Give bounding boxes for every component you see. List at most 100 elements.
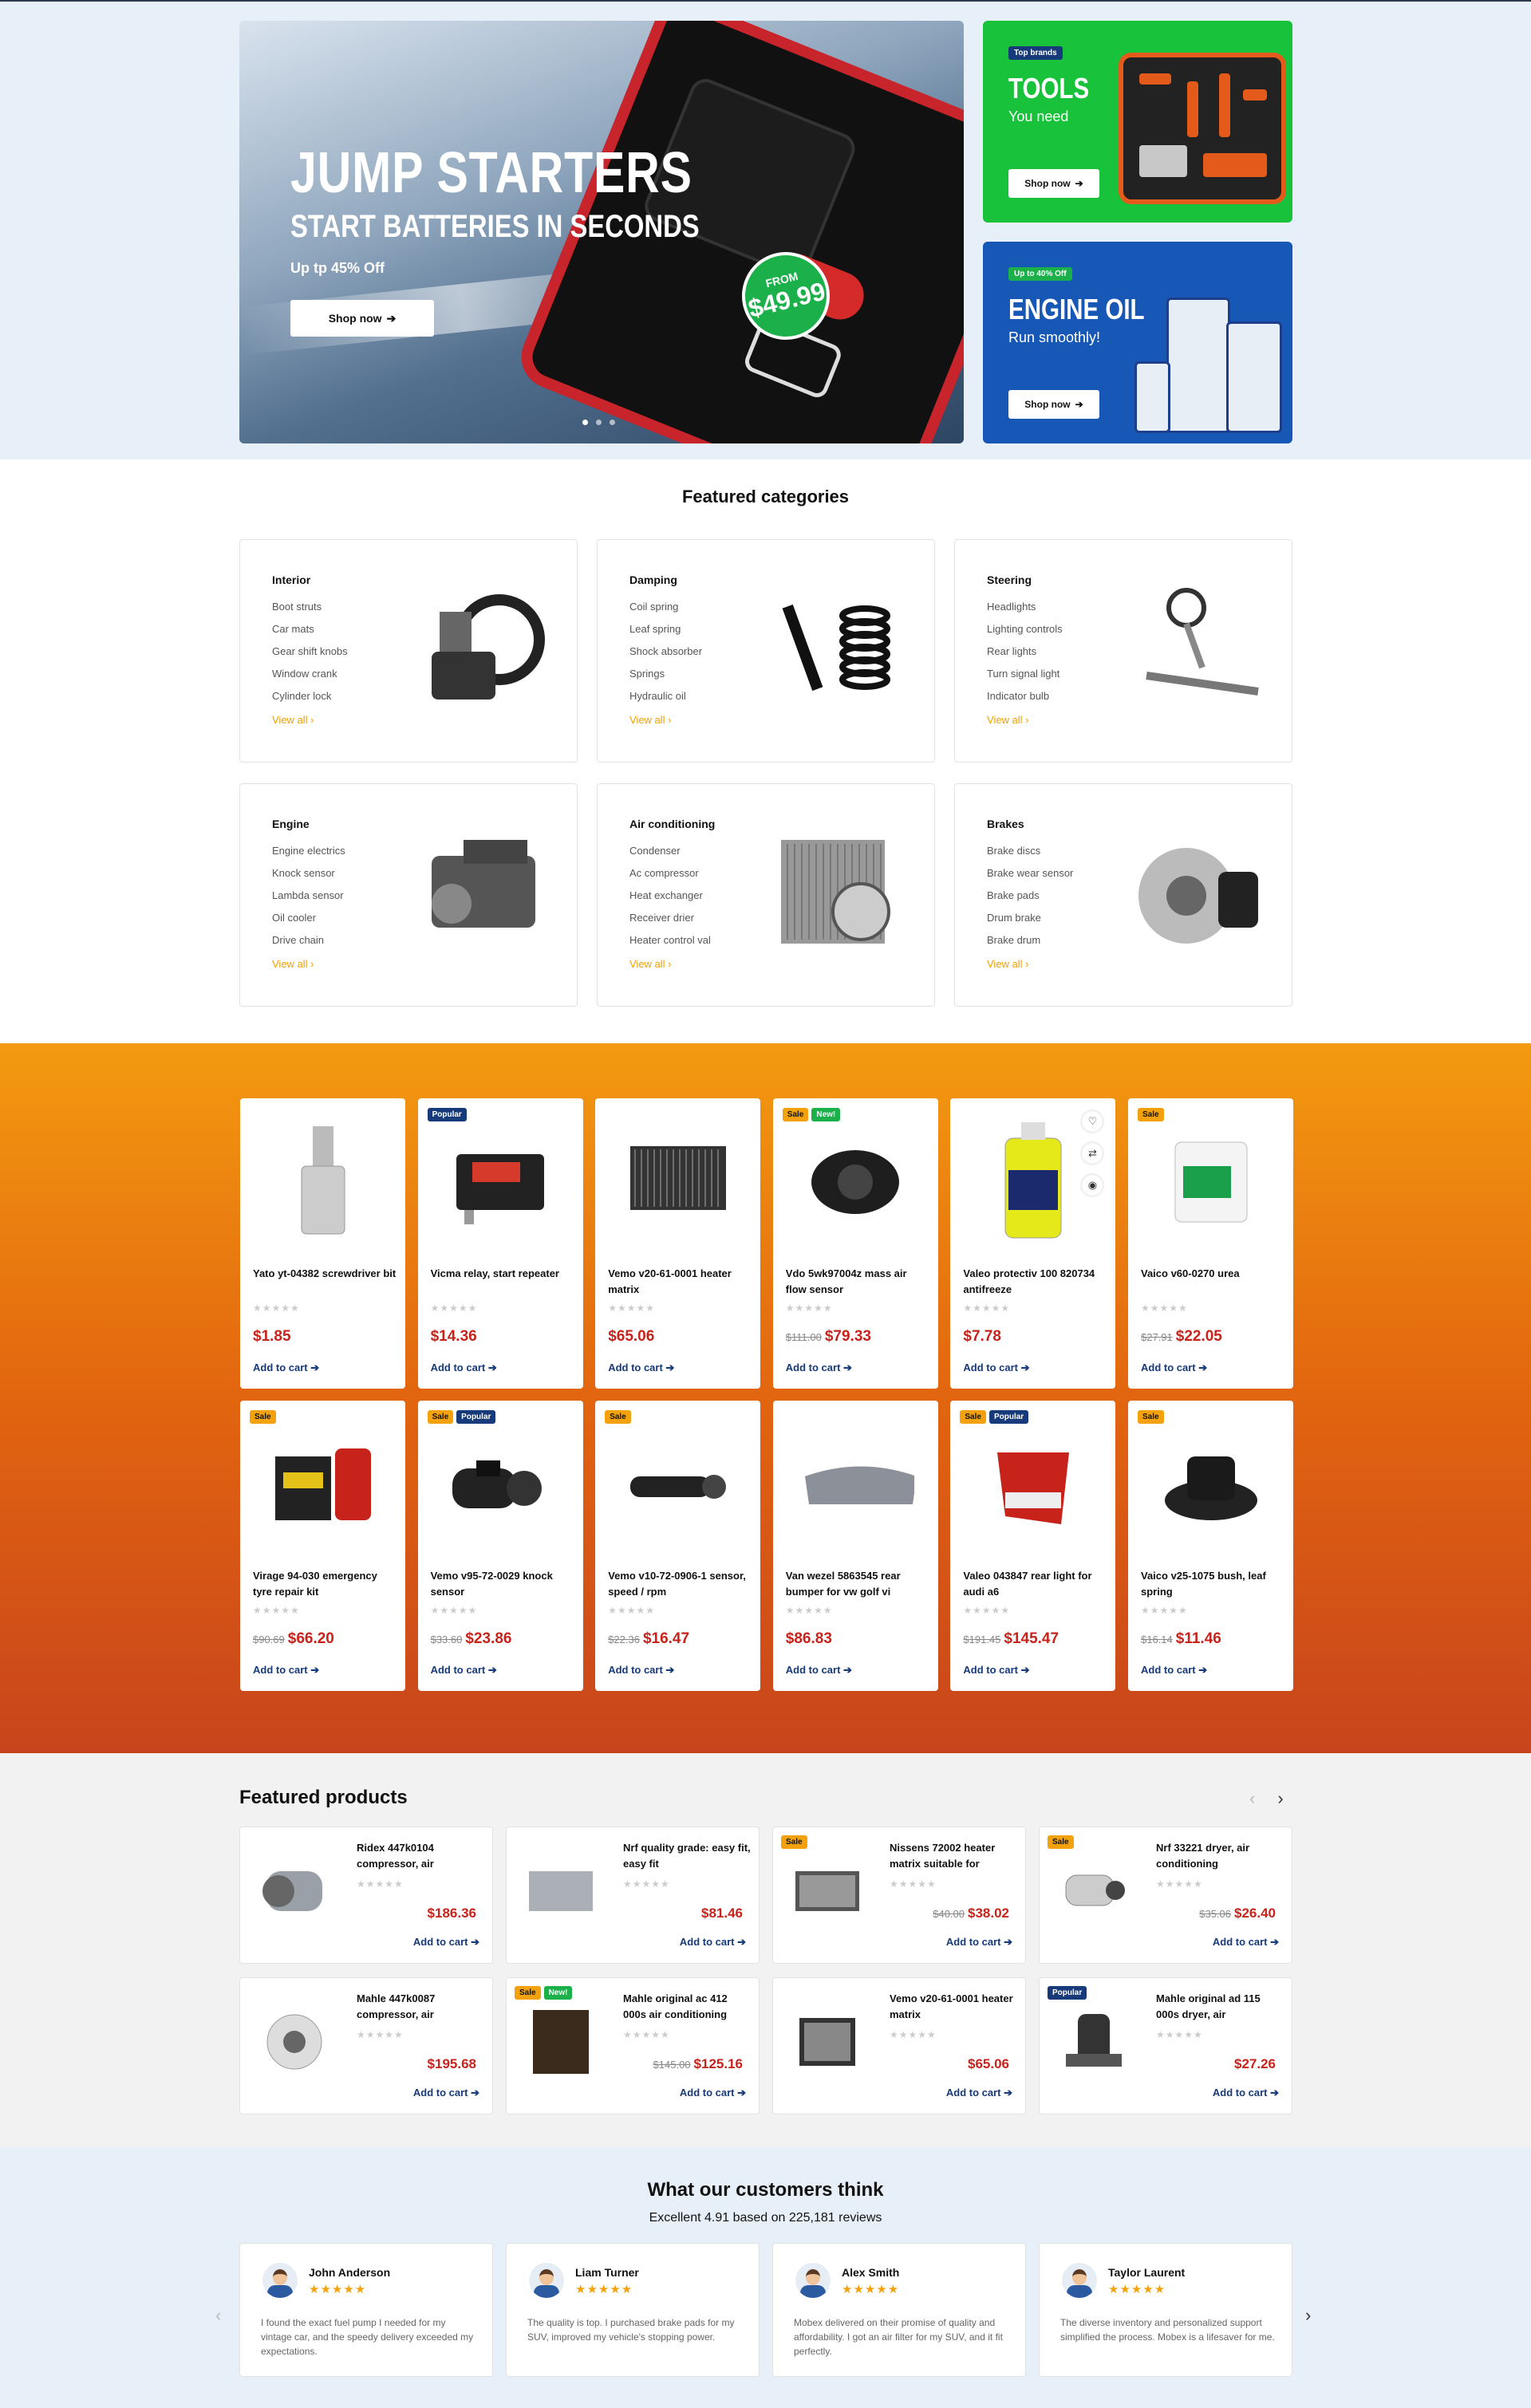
category-card[interactable]: Brakes Brake discs Brake wear sensor Brake … bbox=[954, 783, 1292, 1007]
product-image[interactable] bbox=[255, 2002, 334, 2082]
view-all-link[interactable]: View all › bbox=[629, 714, 672, 726]
chevron-right-icon[interactable]: › bbox=[1277, 1788, 1283, 1809]
category-link[interactable]: Lambda sensor bbox=[272, 889, 345, 912]
category-link[interactable]: Coil spring bbox=[629, 601, 702, 623]
product-card[interactable]: Popular Vicma relay, start repeater ★★★★★ $… bbox=[417, 1098, 583, 1389]
product-name[interactable]: Mahle original ac 412 000s air condition… bbox=[623, 1991, 751, 2023]
category-link[interactable]: Drive chain bbox=[272, 934, 345, 956]
add-to-cart-button[interactable]: Add to cart ➔ bbox=[1213, 1936, 1279, 1949]
product-card[interactable]: Yato yt-04382 screwdriver bit ★★★★★ $1.85 A… bbox=[240, 1098, 405, 1389]
product-name[interactable]: Vemo v10-72-0906-1 sensor, speed / rpm bbox=[608, 1568, 752, 1600]
product-name[interactable]: Valeo protectiv 100 820734 antifreeze bbox=[963, 1266, 1107, 1298]
category-link[interactable]: Engine electrics bbox=[272, 845, 345, 867]
add-to-cart-button[interactable]: Add to cart ➔ bbox=[680, 2087, 746, 2099]
category-link[interactable]: Leaf spring bbox=[629, 623, 702, 645]
oil-shop-now-button[interactable]: Shop now ➔ bbox=[1008, 390, 1099, 419]
product-image[interactable] bbox=[264, 1122, 381, 1242]
hero-shop-now-button[interactable]: Shop now ➔ bbox=[290, 300, 434, 337]
category-link[interactable]: Lighting controls bbox=[987, 623, 1063, 645]
category-name[interactable]: Engine bbox=[272, 818, 310, 830]
featured-product-card[interactable]: Sale New! Mahle original ac 412 000s air c… bbox=[506, 1977, 760, 2114]
product-card[interactable]: Sale Popular Valeo 043847 rear light for a… bbox=[950, 1401, 1116, 1691]
product-name[interactable]: Mahle 447k0087 compressor, air bbox=[357, 1991, 484, 2023]
category-link[interactable]: Indicator bulb bbox=[987, 690, 1063, 712]
product-image[interactable] bbox=[787, 1851, 867, 1931]
category-link[interactable]: Turn signal light bbox=[987, 668, 1063, 690]
chevron-left-icon[interactable]: ‹ bbox=[1249, 1788, 1255, 1809]
product-card[interactable]: Sale Vemo v10-72-0906-1 sensor, speed / r… bbox=[595, 1401, 761, 1691]
featured-product-card[interactable]: Mahle 447k0087 compressor, air ★★★★★ $195.… bbox=[239, 1977, 493, 2114]
product-name[interactable]: Ridex 447k0104 compressor, air bbox=[357, 1840, 484, 1872]
product-name[interactable]: Vaico v25-1075 bush, leaf spring bbox=[1141, 1568, 1284, 1600]
product-name[interactable]: Nissens 72002 heater matrix suitable for bbox=[890, 1840, 1017, 1872]
view-all-link[interactable]: View all › bbox=[987, 714, 1029, 726]
add-to-cart-button[interactable]: Add to cart ➔ bbox=[1213, 2087, 1279, 2099]
product-image[interactable] bbox=[255, 1851, 334, 1931]
product-name[interactable]: Vemo v20-61-0001 heater matrix bbox=[890, 1991, 1017, 2023]
product-name[interactable]: Vicma relay, start repeater bbox=[431, 1266, 574, 1282]
chevron-right-icon[interactable]: › bbox=[1305, 2305, 1311, 2326]
product-image[interactable] bbox=[1054, 2002, 1134, 2082]
category-link[interactable]: Springs bbox=[629, 668, 702, 690]
category-card[interactable]: Damping Coil spring Leaf spring Shock absor… bbox=[597, 539, 935, 763]
category-card[interactable]: Interior Boot struts Car mats Gear shift kn… bbox=[239, 539, 578, 763]
category-link[interactable]: Brake pads bbox=[987, 889, 1073, 912]
category-link[interactable]: Condenser bbox=[629, 845, 711, 867]
category-link[interactable]: Brake discs bbox=[987, 845, 1073, 867]
add-to-cart-button[interactable]: Add to cart ➔ bbox=[1141, 1664, 1207, 1677]
product-name[interactable]: Nrf 33221 dryer, air conditioning bbox=[1156, 1840, 1284, 1872]
category-link[interactable]: Gear shift knobs bbox=[272, 645, 348, 668]
product-image[interactable] bbox=[619, 1122, 736, 1242]
add-to-cart-button[interactable]: Add to cart ➔ bbox=[963, 1664, 1029, 1677]
product-card[interactable]: Sale New! Vdo 5wk97004z mass air flow sens… bbox=[772, 1098, 938, 1389]
product-image[interactable] bbox=[1152, 1122, 1269, 1242]
product-card[interactable]: Sale Virage 94-030 emergency tyre repair … bbox=[240, 1401, 405, 1691]
product-name[interactable]: Vaico v60-0270 urea bbox=[1141, 1266, 1284, 1282]
add-to-cart-button[interactable]: Add to cart ➔ bbox=[431, 1362, 497, 1374]
category-link[interactable]: Boot struts bbox=[272, 601, 348, 623]
tools-shop-now-button[interactable]: Shop now ➔ bbox=[1008, 169, 1099, 198]
product-image[interactable] bbox=[797, 1425, 914, 1544]
compare-icon[interactable]: ⇄ bbox=[1082, 1143, 1103, 1164]
category-card[interactable]: Engine Engine electrics Knock sensor Lambda… bbox=[239, 783, 578, 1007]
category-card[interactable]: Steering Headlights Lighting controls Rear … bbox=[954, 539, 1292, 763]
product-image[interactable] bbox=[442, 1425, 559, 1544]
product-image[interactable] bbox=[974, 1425, 1091, 1544]
add-to-cart-button[interactable]: Add to cart ➔ bbox=[253, 1362, 319, 1374]
product-image[interactable] bbox=[442, 1122, 559, 1242]
category-name[interactable]: Damping bbox=[629, 573, 677, 586]
view-all-link[interactable]: View all › bbox=[629, 958, 672, 970]
add-to-cart-button[interactable]: Add to cart ➔ bbox=[946, 1936, 1012, 1949]
featured-product-card[interactable]: Sale Nrf 33221 dryer, air conditioning ★★★… bbox=[1039, 1827, 1292, 1964]
product-card[interactable]: Sale Popular Vemo v95-72-0029 knock sensor… bbox=[417, 1401, 583, 1691]
engine-oil-banner[interactable]: Up to 40% Off ENGINE OIL Run smoothly! S… bbox=[983, 242, 1292, 443]
product-card[interactable]: Van wezel 5863545 rear bumper for vw gol… bbox=[772, 1401, 938, 1691]
category-link[interactable]: Brake drum bbox=[987, 934, 1073, 956]
product-image[interactable] bbox=[264, 1425, 381, 1544]
category-name[interactable]: Air conditioning bbox=[629, 818, 715, 830]
product-image[interactable] bbox=[1054, 1851, 1134, 1931]
product-name[interactable]: Vemo v20-61-0001 heater matrix bbox=[608, 1266, 752, 1298]
category-card[interactable]: Air conditioning Condenser Ac compressor He… bbox=[597, 783, 935, 1007]
product-name[interactable]: Vemo v95-72-0029 knock sensor bbox=[431, 1568, 574, 1600]
add-to-cart-button[interactable]: Add to cart ➔ bbox=[608, 1664, 674, 1677]
featured-product-card[interactable]: Nrf quality grade: easy fit, easy fit ★★★… bbox=[506, 1827, 760, 1964]
category-link[interactable]: Ac compressor bbox=[629, 867, 711, 889]
category-name[interactable]: Brakes bbox=[987, 818, 1024, 830]
category-link[interactable]: Hydraulic oil bbox=[629, 690, 702, 712]
add-to-cart-button[interactable]: Add to cart ➔ bbox=[946, 2087, 1012, 2099]
product-image[interactable] bbox=[619, 1425, 736, 1544]
product-image[interactable] bbox=[521, 2002, 601, 2082]
add-to-cart-button[interactable]: Add to cart ➔ bbox=[413, 1936, 479, 1949]
view-all-link[interactable]: View all › bbox=[987, 958, 1029, 970]
add-to-cart-button[interactable]: Add to cart ➔ bbox=[253, 1664, 319, 1677]
tools-banner[interactable]: Top brands TOOLS You need Shop now ➔ bbox=[983, 21, 1292, 223]
carousel-dots[interactable] bbox=[582, 420, 615, 425]
featured-product-card[interactable]: Popular Mahle original ad 115 000s dryer,… bbox=[1039, 1977, 1292, 2114]
product-card[interactable]: Vemo v20-61-0001 heater matrix ★★★★★ $65.0… bbox=[595, 1098, 761, 1389]
chevron-left-icon[interactable]: ‹ bbox=[215, 2305, 221, 2326]
add-to-cart-button[interactable]: Add to cart ➔ bbox=[1141, 1362, 1207, 1374]
main-banner-jump-starters[interactable]: JUMP STARTERS START BATTERIES IN SECONDS… bbox=[239, 21, 964, 443]
product-image[interactable] bbox=[521, 1851, 601, 1931]
product-image[interactable] bbox=[787, 2002, 867, 2082]
